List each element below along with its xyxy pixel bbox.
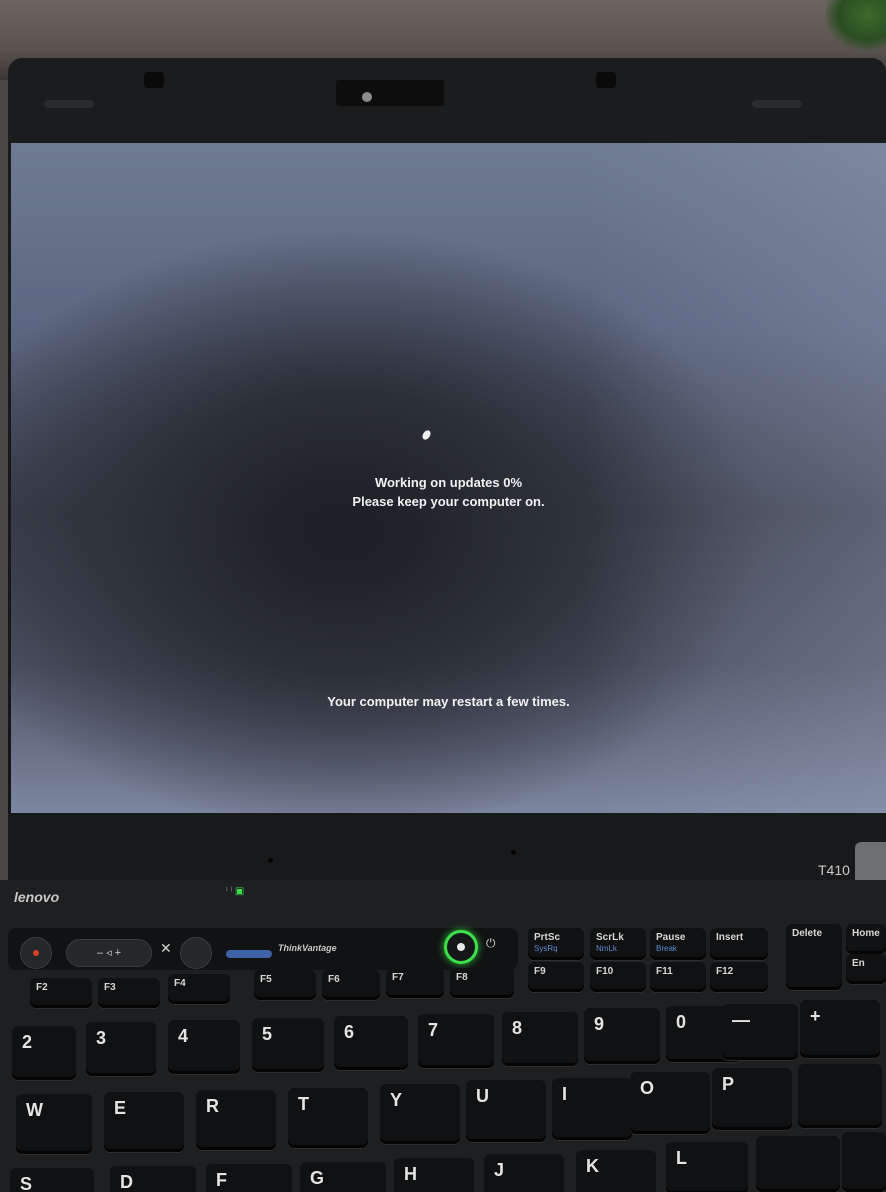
key-9[interactable]: 9 (584, 1008, 660, 1064)
webcam-housing (336, 80, 444, 106)
key-o[interactable]: O (630, 1072, 710, 1134)
power-button[interactable] (444, 930, 478, 964)
key-prtsc[interactable]: PrtSc SysRq (528, 928, 584, 960)
mute-led-icon (33, 950, 39, 956)
key-quote[interactable] (842, 1132, 886, 1192)
microphone-icon (268, 858, 273, 863)
key-e[interactable]: E (104, 1092, 184, 1152)
thinkvantage-round-button[interactable] (180, 937, 212, 969)
key-t[interactable]: T (288, 1088, 368, 1148)
plant-leaves (826, 0, 886, 50)
key-pause[interactable]: Pause Break (650, 928, 706, 960)
key-l[interactable]: L (666, 1142, 748, 1192)
update-status-text: Working on updates 0% (374, 475, 523, 490)
key-f2[interactable]: F2 (30, 978, 92, 1008)
key-delete[interactable]: Delete (786, 924, 842, 990)
key-y[interactable]: Y (380, 1084, 460, 1144)
thinkvantage-label: ThinkVantage (278, 943, 337, 953)
key-f4[interactable]: F4 (168, 974, 230, 1004)
power-led-icon: ▣ (234, 886, 245, 897)
volume-rocker[interactable]: – ◃ + (66, 939, 152, 967)
key-w[interactable]: W (16, 1094, 92, 1154)
key-h[interactable]: H (394, 1158, 474, 1192)
key-end[interactable]: En (846, 954, 886, 984)
left-slot (44, 100, 94, 108)
brand-logo: lenovo (14, 889, 60, 905)
key-plus[interactable]: + (800, 1000, 880, 1058)
key-f7[interactable]: F7 (386, 968, 444, 998)
key-i[interactable]: I (552, 1078, 632, 1140)
key-insert[interactable]: Insert (710, 928, 768, 960)
restart-notice-text: Your computer may restart a few times. (327, 694, 570, 709)
speaker-icon: ◃ (106, 947, 112, 959)
key-f6[interactable]: F6 (322, 970, 380, 1000)
key-f5[interactable]: F5 (254, 970, 316, 1000)
key-u[interactable]: U (466, 1080, 546, 1142)
sensor-icon (511, 850, 516, 855)
key-2[interactable]: 2 (12, 1026, 76, 1080)
mute-button[interactable] (20, 937, 52, 969)
thinkvantage-button[interactable] (226, 950, 272, 958)
power-icon: ⏻ (486, 936, 496, 950)
key-minus[interactable]: — (722, 1004, 798, 1060)
key-p[interactable]: P (712, 1068, 792, 1130)
key-6[interactable]: 6 (334, 1016, 408, 1070)
loading-spinner-icon (420, 428, 433, 442)
key-8[interactable]: 8 (502, 1012, 578, 1066)
key-f8[interactable]: F8 (450, 968, 514, 998)
key-4[interactable]: 4 (168, 1020, 240, 1074)
key-f3[interactable]: F3 (98, 978, 160, 1008)
key-f[interactable]: F (206, 1164, 292, 1192)
key-d[interactable]: D (110, 1166, 196, 1192)
bluetooth-led-icon: ᴵ (230, 886, 233, 897)
volume-down-icon: – (96, 947, 104, 959)
key-scrlk[interactable]: ScrLk NmLk (590, 928, 646, 960)
key-j[interactable]: J (484, 1154, 564, 1192)
volume-up-icon: + (114, 947, 122, 959)
status-leds: ᴵ ᴵ ▣ (226, 886, 244, 897)
update-screen: Working on updates 0% Please keep your c… (11, 143, 886, 813)
mic-mute-icon: ✕ (160, 940, 172, 956)
key-home[interactable]: Home (846, 924, 886, 954)
key-f9[interactable]: F9 (528, 962, 584, 992)
left-latch (144, 72, 164, 88)
right-latch (596, 72, 616, 88)
key-f10[interactable]: F10 (590, 962, 646, 992)
key-s[interactable]: S (10, 1168, 94, 1192)
key-3[interactable]: 3 (86, 1022, 156, 1076)
wifi-led-icon: ᴵ (226, 886, 228, 897)
key-f11[interactable]: F11 (650, 962, 706, 992)
key-semicolon[interactable] (756, 1136, 840, 1192)
key-k[interactable]: K (576, 1150, 656, 1192)
webcam-icon (362, 92, 372, 102)
keep-on-text: Please keep your computer on. (352, 494, 545, 509)
key-r[interactable]: R (196, 1090, 276, 1150)
model-label: T410 (818, 862, 850, 878)
key-5[interactable]: 5 (252, 1018, 324, 1072)
key-g[interactable]: G (300, 1162, 386, 1192)
right-slot (752, 100, 802, 108)
key-bracket[interactable] (798, 1064, 882, 1128)
key-f12[interactable]: F12 (710, 962, 768, 992)
key-7[interactable]: 7 (418, 1014, 494, 1068)
